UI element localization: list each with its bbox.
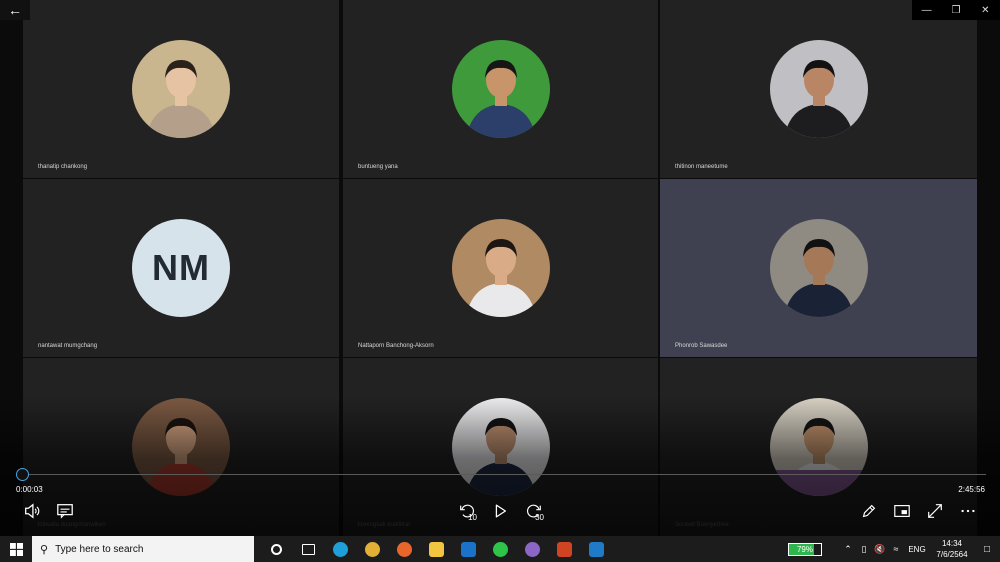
participant-name: kitiwalla duangchanwiken <box>38 522 106 528</box>
edit-button[interactable] <box>858 500 880 522</box>
fullscreen-button[interactable] <box>924 500 946 522</box>
system-tray: 79% ⌃ ▯ 🔇 ≈ ENG 14:34 7/6/2564 □ <box>788 536 1000 562</box>
taskbar: ⚲ Type here to search 79% ⌃ ▯ 🔇 ≈ ENG 14… <box>0 536 1000 562</box>
fullscreen-icon <box>928 504 942 518</box>
edge-taskbar-button[interactable] <box>324 536 356 562</box>
participant-name: nantawat mumgchang <box>38 343 98 349</box>
pencil-icon <box>862 504 876 518</box>
wifi-icon[interactable]: ≈ <box>888 544 904 554</box>
participant-avatar <box>451 219 550 317</box>
outlook-icon <box>460 541 476 557</box>
chrome-taskbar-button[interactable] <box>356 536 388 562</box>
notifications-icon[interactable]: □ <box>974 544 1000 555</box>
minimize-button[interactable]: — <box>912 0 941 20</box>
participant-tile: thanatip chankong <box>23 0 339 178</box>
language-indicator[interactable]: ENG <box>904 545 930 554</box>
seek-bar[interactable] <box>22 474 986 475</box>
total-time: 2:45:56 <box>958 485 985 494</box>
battery-indicator[interactable]: 79% <box>788 542 822 556</box>
file-explorer-taskbar-button[interactable] <box>420 536 452 562</box>
app-purple-taskbar-button[interactable] <box>516 536 548 562</box>
skip-forward-button[interactable]: 30 <box>523 500 545 522</box>
participant-avatar <box>769 398 868 496</box>
powerpoint-taskbar-button[interactable] <box>548 536 580 562</box>
skip-back-label: 10 <box>468 513 477 522</box>
file-explorer-icon <box>428 541 444 557</box>
participant-grid: thanatip chankong buntueng yana thitinon… <box>23 0 977 536</box>
skip-forward-label: 30 <box>535 513 544 522</box>
play-button[interactable] <box>489 500 511 522</box>
speaker-muted-icon[interactable]: 🔇 <box>872 544 888 555</box>
chrome-icon <box>364 541 380 557</box>
close-button[interactable]: ✕ <box>971 0 1000 20</box>
skip-back-button[interactable]: 10 <box>456 500 478 522</box>
windows-logo-icon <box>9 542 23 556</box>
participant-name: kreengsak kraklitrat <box>358 522 411 528</box>
start-button[interactable] <box>0 536 32 562</box>
firefox-taskbar-button[interactable] <box>388 536 420 562</box>
participant-name: thanatip chankong <box>38 164 88 170</box>
battery-icon[interactable]: ▯ <box>856 544 872 555</box>
current-time: 0:00:03 <box>16 485 43 494</box>
mini-view-button[interactable] <box>891 500 913 522</box>
edge-icon <box>332 541 348 557</box>
play-icon <box>495 504 507 518</box>
participant-tile: Nattaporn Banchong-Aksorn <box>343 179 658 357</box>
participant-avatar <box>451 398 550 496</box>
participant-name: buntueng yana <box>358 164 398 170</box>
participant-name: Sorawit Boonyethee <box>675 522 729 528</box>
participant-avatar <box>132 398 230 496</box>
participant-tile: NM nantawat mumgchang <box>23 179 339 357</box>
clock-time: 14:34 <box>941 539 963 548</box>
arrow-left-icon: ← <box>8 2 22 18</box>
participant-name: thitinon maneetume <box>675 164 728 170</box>
volume-icon <box>25 503 40 519</box>
participant-avatar <box>769 40 868 138</box>
mini-view-icon <box>894 505 910 517</box>
more-icon <box>961 509 975 513</box>
taskbar-apps <box>260 536 612 562</box>
participant-avatar <box>451 40 550 138</box>
participant-avatar: NM <box>132 219 230 317</box>
seek-thumb[interactable] <box>16 468 29 481</box>
participant-tile: buntueng yana <box>343 0 658 178</box>
search-icon: ⚲ <box>40 543 49 556</box>
participant-tile: thitinon maneetume <box>660 0 977 178</box>
participant-avatar <box>769 219 868 317</box>
participant-name: Phonrob Sawasdee <box>675 343 728 349</box>
movies-tv-taskbar-button[interactable] <box>580 536 612 562</box>
line-taskbar-button[interactable] <box>484 536 516 562</box>
firefox-icon <box>396 541 412 557</box>
participant-avatar <box>132 40 230 138</box>
window-controls: — ❐ ✕ <box>912 0 1000 20</box>
outlook-taskbar-button[interactable] <box>452 536 484 562</box>
movies-tv-icon <box>588 541 604 557</box>
video-player: thanatip chankong buntueng yana thitinon… <box>0 0 1000 536</box>
more-button[interactable] <box>957 500 979 522</box>
powerpoint-icon <box>556 541 572 557</box>
cortana-taskbar-button[interactable] <box>260 536 292 562</box>
volume-button[interactable] <box>21 500 43 522</box>
battery-percent: 79% <box>796 544 813 554</box>
clock[interactable]: 14:34 7/6/2564 <box>930 538 974 560</box>
search-placeholder: Type here to search <box>55 543 144 555</box>
chevron-up-icon[interactable]: ⌃ <box>840 544 856 555</box>
line-icon <box>492 541 508 557</box>
cortana-icon <box>270 543 282 555</box>
participant-name: Nattaporn Banchong-Aksorn <box>358 343 434 349</box>
app-icon-purple <box>524 541 540 557</box>
task-view-taskbar-button[interactable] <box>292 536 324 562</box>
maximize-button[interactable]: ❐ <box>941 0 970 20</box>
captions-button[interactable] <box>54 500 76 522</box>
task-view-icon <box>301 543 315 555</box>
back-button[interactable]: ← <box>0 0 30 20</box>
participant-tile: Phonrob Sawasdee <box>660 179 977 357</box>
taskbar-search[interactable]: ⚲ Type here to search <box>32 536 254 562</box>
captions-icon <box>57 504 73 519</box>
clock-date: 7/6/2564 <box>936 550 968 559</box>
